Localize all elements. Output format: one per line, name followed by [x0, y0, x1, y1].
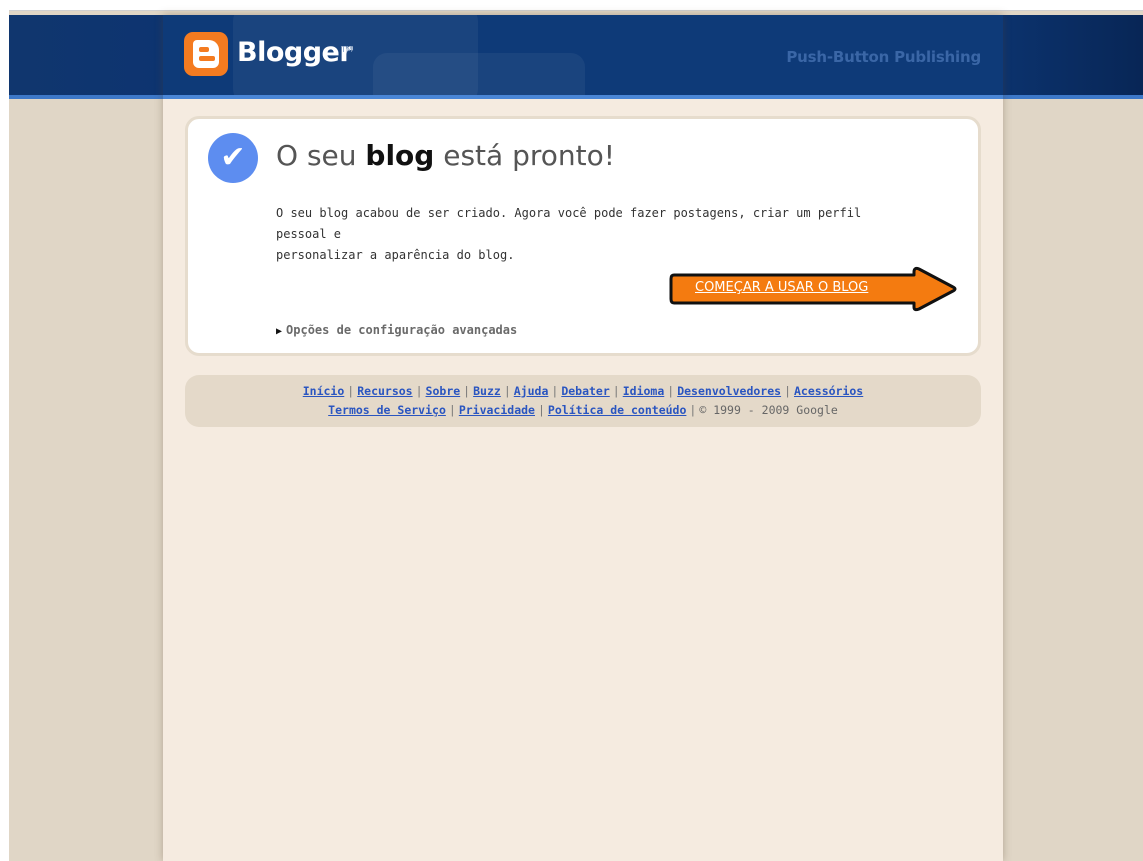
- copyright: © 1999 - 2009 Google: [699, 403, 838, 417]
- separator: |: [463, 384, 471, 398]
- footer-link-termos[interactable]: Termos de Serviço: [328, 403, 446, 417]
- browser-top-strip: [0, 0, 1143, 11]
- footer-link-recursos[interactable]: Recursos: [357, 384, 412, 398]
- footer-link-ajuda[interactable]: Ajuda: [514, 384, 549, 398]
- advanced-options-label[interactable]: Opções de configuração avançadas: [286, 323, 517, 337]
- footer-link-sobre[interactable]: Sobre: [426, 384, 461, 398]
- checkmark-icon: ✔: [208, 133, 258, 183]
- footer-link-idioma[interactable]: Idioma: [623, 384, 665, 398]
- footer-link-privacidade[interactable]: Privacidade: [459, 403, 535, 417]
- footer-link-inicio[interactable]: Início: [303, 384, 345, 398]
- separator: |: [667, 384, 675, 398]
- title-prefix: O seu: [276, 139, 366, 172]
- logo-b-shape: [193, 40, 219, 68]
- footer: Início | Recursos | Sobre | Buzz | Ajuda | Debater…: [185, 375, 981, 427]
- left-edge: [0, 10, 9, 861]
- footer-row: Termos de Serviço | Privacidade | Política d…: [185, 401, 981, 420]
- tagline: Push-Button Publishing: [786, 48, 981, 66]
- separator: |: [612, 384, 620, 398]
- header-underline: [163, 95, 1003, 99]
- description-line: O seu blog acabou de ser criado. Agora v…: [276, 206, 862, 241]
- separator: |: [448, 403, 456, 417]
- page-title: O seu blog está pronto!: [276, 139, 615, 172]
- footer-link-desenvolvedores[interactable]: Desenvolvedores: [677, 384, 781, 398]
- logo-text[interactable]: Blogger: [237, 37, 353, 68]
- title-bold: blog: [365, 139, 435, 172]
- separator: |: [415, 384, 423, 398]
- footer-row: Início | Recursos | Sobre | Buzz | Ajuda | Debater…: [185, 375, 981, 401]
- success-card: ✔ O seu blog está pronto! O seu blog aca…: [185, 116, 981, 356]
- separator: |: [537, 403, 545, 417]
- footer-link-buzz[interactable]: Buzz: [473, 384, 501, 398]
- start-blogging-label[interactable]: COMEÇAR A USAR O BLOG: [695, 280, 868, 295]
- separator: |: [503, 384, 511, 398]
- card-description: O seu blog acabou de ser criado. Agora v…: [276, 203, 916, 266]
- title-suffix: está pronto!: [434, 139, 615, 172]
- advanced-options-toggle[interactable]: ▶ Opções de configuração avançadas: [276, 323, 517, 337]
- blogger-b-icon[interactable]: [184, 32, 228, 76]
- page-column: Blogger TM Push-Button Publishing ✔ O se…: [163, 15, 1003, 861]
- triangle-right-icon: ▶: [276, 326, 283, 337]
- header-decoration: [373, 53, 585, 95]
- separator: |: [689, 403, 697, 417]
- separator: |: [784, 384, 791, 398]
- trademark-mark: TM: [341, 45, 353, 54]
- start-blogging-button[interactable]: COMEÇAR A USAR O BLOG: [669, 263, 959, 315]
- logo-b-bar: [199, 56, 215, 61]
- footer-link-debater[interactable]: Debater: [561, 384, 609, 398]
- footer-link-politica[interactable]: Política de conteúdo: [548, 403, 686, 417]
- page-header: Blogger TM Push-Button Publishing: [163, 15, 1003, 95]
- separator: |: [551, 384, 559, 398]
- separator: |: [347, 384, 355, 398]
- footer-link-acessorios[interactable]: Acessórios: [794, 384, 863, 398]
- logo-b-bar: [199, 47, 209, 52]
